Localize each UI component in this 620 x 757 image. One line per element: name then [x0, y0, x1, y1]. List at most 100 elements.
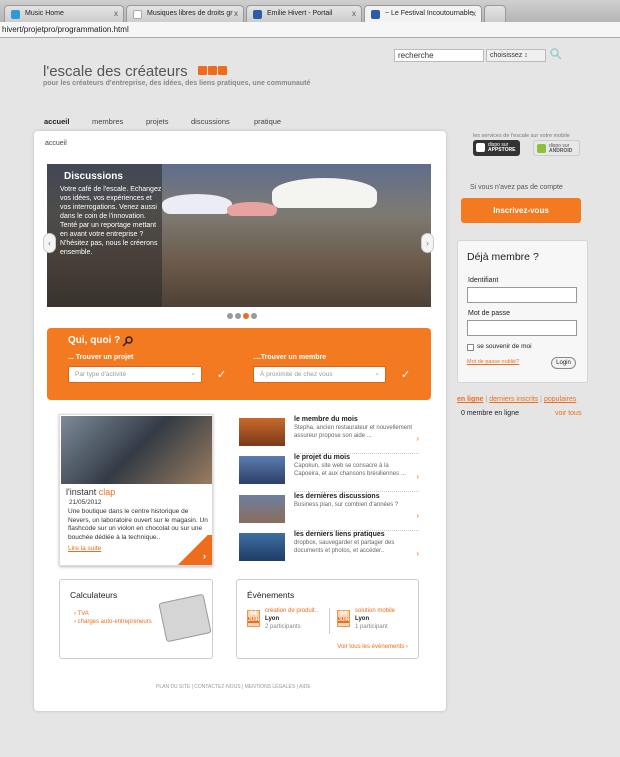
proximity-select[interactable]: À proximité de chez vous ⌄ — [253, 366, 386, 383]
site-favicon-icon — [253, 10, 262, 19]
food-thumbnail — [239, 418, 285, 446]
tab-online[interactable]: en ligne — [457, 396, 483, 403]
nav-projets[interactable]: projets — [146, 117, 169, 126]
close-icon[interactable]: x — [234, 9, 238, 18]
instant-title: l'instant clap — [66, 487, 116, 497]
harbor-thumbnail — [239, 533, 285, 561]
chevron-down-icon: ⌄ — [374, 370, 380, 377]
check-icon: ✓ — [217, 369, 227, 381]
nav-discussions[interactable]: discussions — [191, 117, 230, 126]
forgot-password-link[interactable]: Mot de passe oublié? — [467, 359, 519, 365]
check-icon: ✓ — [401, 369, 411, 381]
logo-squares — [198, 66, 228, 77]
feature-member[interactable]: le membre du mois Stepha, ancien restaura… — [239, 416, 419, 454]
calculators-title: Calculateurs — [70, 590, 118, 600]
android-icon — [537, 144, 546, 153]
chocolatier-photo — [61, 416, 212, 484]
footer-links[interactable]: PLAN DU SITE | CONTACTEZ-NOUS | MENTIONS… — [156, 684, 311, 690]
tab-label: ~ Le Festival Incoutournable — [385, 10, 474, 17]
tab-label: Music Home — [25, 10, 64, 17]
slider-dot[interactable] — [235, 313, 241, 319]
feature-discussions[interactable]: les dernières discussions Business plan, … — [239, 493, 419, 531]
activity-type-select[interactable]: Par type d'activité ⌄ — [68, 366, 202, 383]
search-category-select[interactable]: choisissez ↕ — [486, 49, 546, 62]
find-project-label: ... Trouver un projet — [68, 354, 134, 361]
slider-prev-icon[interactable]: ‹ — [43, 233, 56, 253]
identifier-input[interactable] — [467, 287, 577, 303]
close-icon[interactable]: x — [352, 9, 356, 18]
mobile-services-label: les services de l'escale sur votre mobil… — [473, 133, 570, 139]
appstore-badge[interactable]: dispo sur APPSTORE — [473, 140, 520, 156]
breadcrumb[interactable]: accueil — [45, 140, 67, 147]
arrow-right-icon: › — [203, 551, 206, 561]
members-tabs: en ligne | derniers inscrits | populaire… — [457, 396, 577, 403]
events-title: Évènements — [247, 590, 295, 600]
calc-link-charges[interactable]: › charges auto-entrepreneurs — [74, 619, 152, 625]
nav-accueil[interactable]: accueil — [44, 117, 69, 126]
slider-next-icon[interactable]: › — [421, 233, 434, 253]
slider-dot[interactable] — [227, 313, 233, 319]
slider-title: Discussions — [64, 171, 123, 182]
feature-project[interactable]: le projet du mois Capokun, site web se co… — [239, 454, 419, 492]
arrow-right-icon[interactable]: › — [416, 511, 419, 520]
see-all-link[interactable]: voir tous — [555, 410, 581, 417]
arrow-right-icon[interactable]: › — [416, 434, 419, 443]
no-account-text: Si vous n'avez pas de compte — [470, 184, 563, 191]
close-icon[interactable]: x — [114, 9, 118, 18]
feature-links[interactable]: les derniers liens pratiques dropbox, sau… — [239, 531, 419, 565]
tab-label: Musiques libres de droits gr — [147, 10, 233, 17]
discussions-slider[interactable]: Discussions Votre café de l'escale. Echa… — [47, 164, 431, 307]
remember-label: se souvenir de moi — [477, 343, 532, 350]
event-item[interactable]: 04 JUIN solution mobile Lyon 1 participant — [337, 608, 417, 638]
events-box: Évènements 04 JUIN création de produit.. Ly… — [236, 579, 419, 659]
signup-button[interactable]: Inscrivez-vous — [461, 198, 581, 223]
arrow-right-icon[interactable]: › — [416, 549, 419, 558]
music-favicon-icon — [11, 10, 20, 19]
calendar-icon: 04 JUIN — [337, 610, 350, 627]
apple-icon — [476, 143, 485, 152]
tab-popular[interactable]: populaires — [544, 396, 576, 403]
instant-clap-card[interactable]: l'instant clap 21/05/2012 Une boutique d… — [59, 414, 213, 566]
nav-pratique[interactable]: pratique — [254, 117, 281, 126]
umbrella-shape — [227, 202, 277, 216]
capoeira-thumbnail — [239, 456, 285, 484]
cafe-thumbnail — [239, 495, 285, 523]
address-bar[interactable]: hivert/projetpro/programmation.html — [0, 22, 620, 38]
read-more-link[interactable]: Lire la suite — [68, 545, 101, 552]
search-icon[interactable] — [549, 47, 563, 61]
all-events-link[interactable]: Voir tous les évènements › — [337, 644, 408, 650]
browser-tab-active[interactable]: ~ Le Festival Incoutournable x — [364, 5, 482, 22]
find-member-label: ....Trouver un membre — [253, 354, 327, 361]
new-tab-button[interactable] — [484, 5, 506, 22]
password-input[interactable] — [467, 320, 577, 336]
calculator-icon — [158, 593, 212, 643]
calendar-icon: 04 JUIN — [247, 610, 260, 627]
event-item[interactable]: 04 JUIN création de produit.. Lyon 2 partici… — [247, 608, 327, 638]
search-panel: Qui, quoi ? ... Trouver un projet Par ty… — [47, 328, 431, 400]
slider-dot-active[interactable] — [243, 313, 249, 319]
password-label: Mot de passe — [468, 310, 511, 317]
slider-dot[interactable] — [251, 313, 257, 319]
android-badge[interactable]: dispo sur ANDROID — [533, 140, 580, 156]
login-button[interactable]: Login — [551, 357, 576, 369]
calc-link-tva[interactable]: › TVA — [74, 611, 89, 617]
instant-date: 21/05/2012 — [69, 499, 102, 506]
identifier-label: Identifiant — [468, 277, 499, 284]
nav-membres[interactable]: membres — [92, 117, 123, 126]
tab-latest[interactable]: derniers inscrits — [489, 396, 538, 403]
close-icon[interactable]: x — [472, 9, 476, 18]
search-panel-title: Qui, quoi ? — [68, 335, 121, 346]
login-title: Déjà membre ? — [467, 251, 539, 263]
browser-tab-bar: Music Home x Musiques libres de droits gr… — [0, 0, 620, 22]
page-favicon-icon — [133, 10, 142, 19]
slider-dots[interactable] — [227, 313, 259, 321]
browser-tab[interactable]: Emilie Hivert - Portail x — [246, 5, 362, 22]
online-count: 0 membre en ligne — [461, 410, 519, 417]
site-logo[interactable]: l'escale des créateurs — [43, 63, 188, 80]
browser-tab[interactable]: Music Home x — [4, 5, 124, 22]
search-input[interactable]: recherche — [394, 49, 484, 62]
browser-tab[interactable]: Musiques libres de droits gr x — [126, 5, 244, 22]
remember-checkbox[interactable] — [467, 344, 474, 351]
arrow-right-icon[interactable]: › — [416, 472, 419, 481]
instant-corner[interactable]: › — [174, 535, 212, 565]
